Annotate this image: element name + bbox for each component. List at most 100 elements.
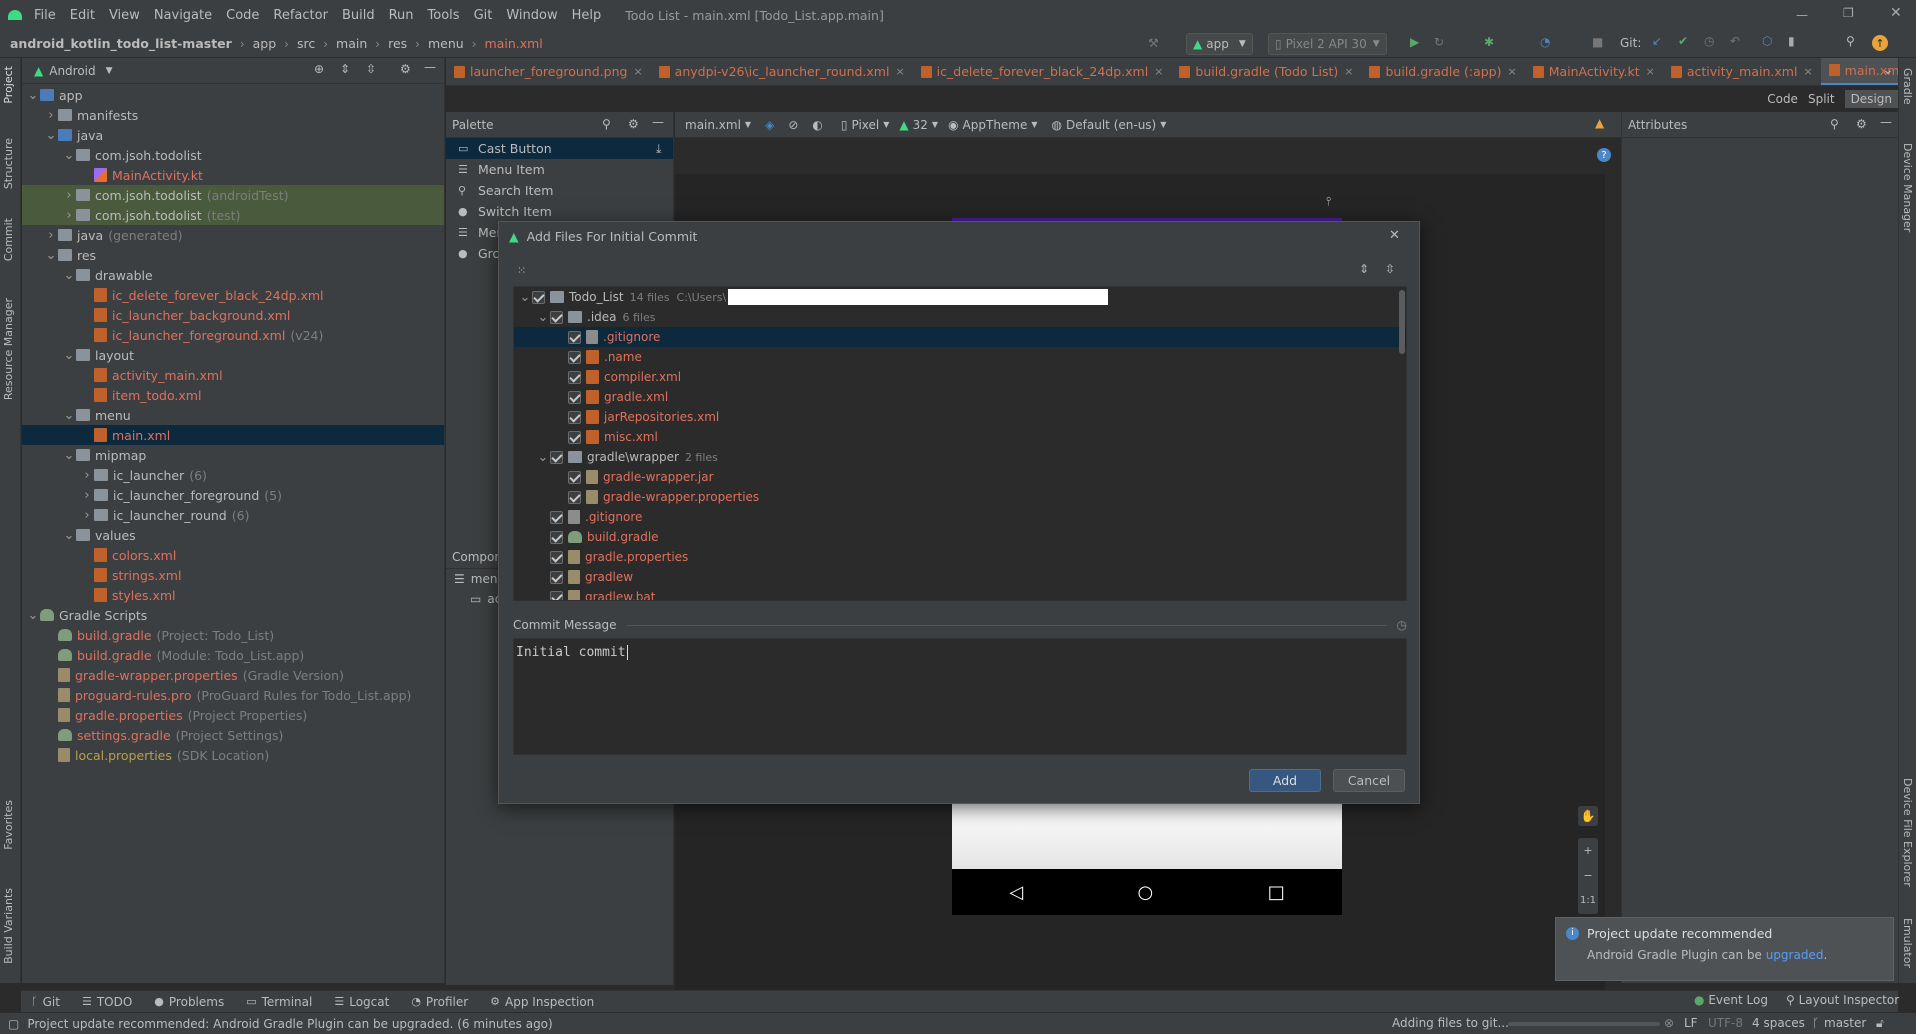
settings-gear-icon[interactable]: ⚙ bbox=[400, 62, 411, 76]
line-separator[interactable]: LF bbox=[1684, 1016, 1698, 1030]
settings-gear-icon[interactable]: ⚙ bbox=[628, 117, 639, 131]
editor-tab[interactable]: ic_delete_forever_black_24dp.xml × bbox=[913, 58, 1172, 85]
expand-arrow-icon[interactable]: › bbox=[80, 468, 94, 483]
project-tool-tab[interactable]: Project bbox=[2, 66, 15, 104]
palette-item[interactable]: ⚲ Search Item bbox=[446, 180, 673, 201]
menu-help[interactable]: Help bbox=[572, 8, 602, 23]
download-icon[interactable]: ⤓ bbox=[656, 141, 662, 157]
project-tree-row[interactable]: › ic_launcher_round (6) bbox=[22, 505, 444, 525]
tab-list-chevron-icon[interactable]: ⌄ bbox=[1882, 62, 1894, 78]
project-tree-row[interactable]: gradle.properties (Project Properties) bbox=[22, 705, 444, 725]
menu-code[interactable]: Code bbox=[226, 8, 259, 23]
code-view-button[interactable]: Code bbox=[1767, 92, 1798, 106]
file-checkbox[interactable] bbox=[550, 310, 563, 324]
file-checkbox[interactable] bbox=[568, 390, 581, 404]
event-log-tab[interactable]: ● Event Log bbox=[1694, 993, 1768, 1007]
run-config-select[interactable]: ▲ app ▼ bbox=[1186, 33, 1253, 55]
profile-icon[interactable]: ◔ bbox=[1540, 35, 1550, 49]
expand-arrow-icon[interactable]: ⌄ bbox=[62, 268, 76, 283]
file-tree-row[interactable]: jarRepositories.xml bbox=[514, 407, 1406, 427]
palette-item[interactable]: ▭ Cast Button ⤓ bbox=[446, 138, 673, 159]
favorites-tool-tab[interactable]: Favorites bbox=[2, 800, 15, 850]
file-tree-row[interactable]: build.gradle bbox=[514, 527, 1406, 547]
menu-edit[interactable]: Edit bbox=[70, 8, 95, 23]
project-tree-row[interactable]: proguard-rules.pro (ProGuard Rules for To… bbox=[22, 685, 444, 705]
breadcrumb-item[interactable]: res bbox=[388, 36, 407, 51]
breadcrumb-item[interactable]: src bbox=[297, 36, 315, 51]
hide-panel-icon[interactable]: — bbox=[424, 60, 436, 74]
night-mode-icon[interactable]: ◐ bbox=[812, 118, 822, 132]
project-tree-row[interactable]: ⌄ res bbox=[22, 245, 444, 265]
editor-tab[interactable]: activity_main.xml × bbox=[1663, 58, 1821, 85]
palette-item[interactable]: ☰ Menu Item bbox=[446, 159, 673, 180]
project-view-select[interactable]: Android bbox=[49, 64, 95, 78]
menu-view[interactable]: View bbox=[109, 8, 140, 23]
project-tree-row[interactable]: ⌄ drawable bbox=[22, 265, 444, 285]
file-tree-row[interactable]: gradle.properties bbox=[514, 547, 1406, 567]
sdk-manager-icon[interactable]: ⬡ bbox=[1762, 34, 1772, 48]
close-window-button[interactable]: ✕ bbox=[1890, 5, 1902, 21]
api-select[interactable]: 32 bbox=[913, 118, 928, 132]
expand-arrow-icon[interactable]: ⌄ bbox=[62, 148, 76, 163]
resource-manager-tool-tab[interactable]: Resource Manager bbox=[2, 298, 15, 400]
file-tree-row[interactable]: .gitignore bbox=[514, 507, 1406, 527]
device-select[interactable]: Pixel bbox=[851, 118, 879, 132]
file-checkbox[interactable] bbox=[568, 430, 581, 444]
menu-navigate[interactable]: Navigate bbox=[154, 8, 212, 23]
expand-arrow-icon[interactable]: ⌄ bbox=[62, 408, 76, 423]
project-tree-row[interactable]: gradle-wrapper.properties (Gradle Version… bbox=[22, 665, 444, 685]
editor-tab[interactable]: build.gradle (:app) × bbox=[1361, 58, 1524, 85]
pan-icon[interactable]: ✋ bbox=[1578, 806, 1598, 826]
expand-arrow-icon[interactable]: ⌄ bbox=[26, 608, 40, 623]
settings-gear-icon[interactable]: ⚙ bbox=[1856, 117, 1867, 131]
project-tree-row[interactable]: ⌄ menu bbox=[22, 405, 444, 425]
breadcrumb-item[interactable]: android_kotlin_todo_list-master bbox=[10, 36, 232, 51]
file-tree-row[interactable]: ⌄ gradle\wrapper 2 files bbox=[514, 447, 1406, 467]
close-icon[interactable]: ✕ bbox=[1389, 228, 1400, 243]
expand-arrow-icon[interactable]: › bbox=[44, 108, 58, 123]
layout-inspector-tab[interactable]: ⚲ Layout Inspector bbox=[1786, 993, 1899, 1007]
editor-tab[interactable]: build.gradle (Todo List) × bbox=[1171, 58, 1361, 85]
close-tab-icon[interactable]: × bbox=[1803, 65, 1812, 78]
file-tree-row[interactable]: compiler.xml bbox=[514, 367, 1406, 387]
file-checkbox[interactable] bbox=[550, 570, 563, 584]
menu-tools[interactable]: Tools bbox=[428, 8, 460, 23]
project-tree-row[interactable]: MainActivity.kt bbox=[22, 165, 444, 185]
file-tree-row[interactable]: ⌄ .idea 6 files bbox=[514, 307, 1406, 327]
project-tree-row[interactable]: › com.jsoh.todolist (androidTest) bbox=[22, 185, 444, 205]
file-tree-row[interactable]: ⌄ Todo_List 14 files C:\Users\ bbox=[514, 287, 1406, 307]
search-icon[interactable]: ⚲ bbox=[602, 117, 611, 131]
device-select[interactable]: ▯ Pixel 2 API 30 ▼ bbox=[1268, 33, 1387, 55]
history-icon[interactable]: ◷ bbox=[1397, 618, 1407, 632]
bottom-tab-problems[interactable]: ● Problems bbox=[154, 995, 224, 1009]
file-select[interactable]: main.xml bbox=[685, 118, 741, 132]
status-message[interactable]: Project update recommended: Android Grad… bbox=[27, 1017, 552, 1031]
expand-all-icon[interactable]: ⇕ bbox=[1359, 262, 1369, 276]
layers-icon[interactable]: ◈ bbox=[765, 118, 774, 132]
file-checkbox[interactable] bbox=[568, 330, 581, 344]
file-tree-row[interactable]: .name bbox=[514, 347, 1406, 367]
commit-tool-tab[interactable]: Commit bbox=[2, 218, 15, 261]
expand-arrow-icon[interactable]: › bbox=[80, 508, 94, 523]
menu-run[interactable]: Run bbox=[389, 8, 414, 23]
orientation-icon[interactable]: ⊘ bbox=[788, 118, 798, 132]
expand-arrow-icon[interactable]: ⌄ bbox=[44, 248, 58, 263]
bottom-tab-todo[interactable]: ☰ TODO bbox=[82, 995, 132, 1009]
file-checkbox[interactable] bbox=[550, 550, 563, 564]
close-tab-icon[interactable]: × bbox=[633, 65, 642, 78]
expand-arrow-icon[interactable]: ⌄ bbox=[44, 128, 58, 143]
device-manager-icon[interactable]: ▮ bbox=[1788, 34, 1795, 48]
warning-icon[interactable]: ▲ bbox=[1595, 116, 1604, 130]
file-checkbox[interactable] bbox=[532, 290, 545, 304]
group-by-icon[interactable]: ⁙ bbox=[517, 264, 526, 277]
expand-arrow-icon[interactable]: ⌄ bbox=[62, 348, 76, 363]
locate-icon[interactable]: ⊕ bbox=[314, 62, 324, 76]
debug-icon[interactable]: ✱ bbox=[1484, 35, 1494, 49]
expand-arrow-icon[interactable]: › bbox=[62, 208, 76, 223]
menu-git[interactable]: Git bbox=[474, 8, 493, 23]
bottom-tab-profiler[interactable]: ◔ Profiler bbox=[411, 995, 468, 1009]
git-rollback-icon[interactable]: ↶ bbox=[1730, 34, 1740, 48]
project-tree-row[interactable]: local.properties (SDK Location) bbox=[22, 745, 444, 765]
split-view-button[interactable]: Split bbox=[1808, 92, 1835, 106]
bottom-tab-app-inspection[interactable]: ⚙ App Inspection bbox=[490, 995, 594, 1009]
